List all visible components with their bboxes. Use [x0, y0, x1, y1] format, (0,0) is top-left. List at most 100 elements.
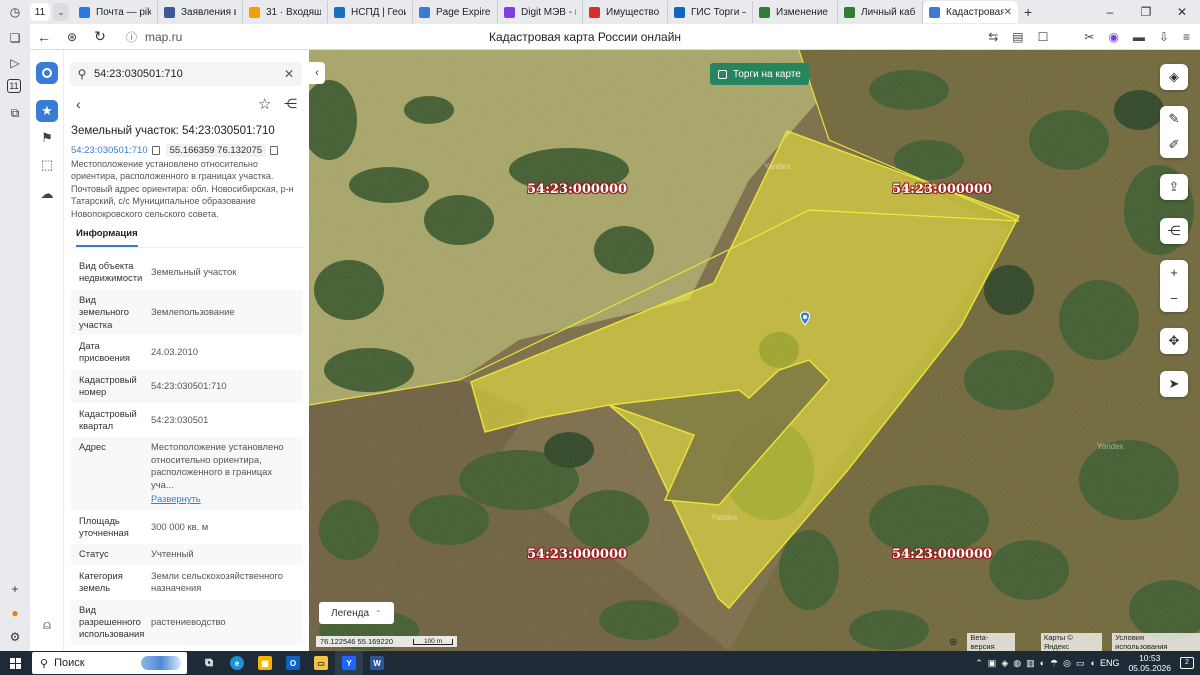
- app-logo-icon[interactable]: [36, 62, 58, 84]
- move-icon[interactable]: ✥: [1160, 328, 1188, 354]
- settings-icon[interactable]: ⚙: [7, 629, 23, 645]
- back-icon[interactable]: ←: [30, 29, 58, 45]
- tray-app-icon[interactable]: ◐: [1040, 658, 1045, 668]
- tab-counter[interactable]: 11: [30, 3, 50, 21]
- outlook-icon[interactable]: O: [279, 651, 307, 675]
- network-icon[interactable]: ▭: [1076, 658, 1085, 669]
- minimize-icon[interactable]: –: [1092, 0, 1128, 24]
- terms-link[interactable]: Условия использования: [1112, 633, 1200, 651]
- add-panel-icon[interactable]: +: [7, 581, 23, 597]
- tabs-icon[interactable]: ❏: [7, 30, 23, 46]
- collapse-panel-button[interactable]: ‹: [309, 62, 325, 84]
- edge-icon[interactable]: e: [223, 651, 251, 675]
- start-button[interactable]: [0, 651, 30, 675]
- new-tab-button[interactable]: +: [1024, 4, 1032, 20]
- minimize-panel-icon[interactable]: ▬: [1133, 30, 1145, 44]
- close-tab-icon[interactable]: ✕: [1004, 7, 1012, 18]
- share-icon[interactable]: ⋲: [284, 96, 297, 112]
- copy-number-icon[interactable]: [151, 146, 160, 155]
- keyboard-language[interactable]: ENG: [1100, 658, 1120, 668]
- browser-tab[interactable]: Заявления в ра: [158, 1, 243, 23]
- browser-tab[interactable]: Имущество: [583, 1, 668, 23]
- tab-list-dropdown-icon[interactable]: ⌄: [53, 3, 69, 21]
- explorer-icon[interactable]: ▭: [307, 651, 335, 675]
- user-icon[interactable]: ⍝: [36, 614, 58, 636]
- copy-coords-icon[interactable]: [270, 146, 279, 155]
- show-hidden-icon[interactable]: ⌃: [975, 658, 983, 669]
- tray-app-icon[interactable]: ☂: [1050, 658, 1058, 669]
- zoom-out-icon[interactable]: −: [1160, 286, 1188, 312]
- cloud-icon[interactable]: ☁: [36, 183, 58, 205]
- bookmark-icon[interactable]: ☐: [1038, 30, 1049, 44]
- favorites-icon[interactable]: ★: [36, 100, 58, 122]
- browser-tab[interactable]: Page Expired: [413, 1, 498, 23]
- notifications-icon[interactable]: 2: [1180, 657, 1194, 669]
- clear-search-icon[interactable]: ✕: [284, 67, 294, 81]
- zoom-in-icon[interactable]: +: [1160, 260, 1188, 286]
- pencil-icon[interactable]: ✎: [1160, 106, 1188, 132]
- site-info-icon[interactable]: ⓘ: [126, 29, 137, 45]
- reload-icon[interactable]: ↻: [86, 28, 114, 45]
- select-area-icon[interactable]: ⬚: [36, 154, 58, 176]
- auctions-toggle[interactable]: Торги на карте: [710, 63, 809, 85]
- downloads-icon[interactable]: ⇩: [1159, 30, 1169, 44]
- play-icon[interactable]: ▷: [7, 55, 23, 71]
- close-window-icon[interactable]: ✕: [1164, 0, 1200, 24]
- volume-icon[interactable]: ◖: [1090, 658, 1095, 668]
- browser-tab[interactable]: Почта — pikalina: [73, 1, 158, 23]
- browser-tab[interactable]: 31 · Входящие —: [243, 1, 328, 23]
- locate-icon[interactable]: ➤: [1160, 371, 1188, 397]
- edit-icon[interactable]: ✐: [1160, 132, 1188, 158]
- browser-tab[interactable]: ГИС Торги – пр: [668, 1, 753, 23]
- menu-icon[interactable]: ≡: [1183, 30, 1190, 44]
- screenshot-icon[interactable]: ⧉: [7, 105, 23, 121]
- browser-tab[interactable]: Кадастровая ✕: [923, 1, 1018, 23]
- upload-button[interactable]: ⇪: [1160, 174, 1188, 200]
- url-field[interactable]: ⓘ map.ru: [126, 29, 182, 45]
- messenger-icon[interactable]: ●: [7, 605, 23, 621]
- route-icon[interactable]: ⚑: [36, 127, 58, 149]
- copyright-text[interactable]: Карты © Яндекс: [1040, 633, 1103, 651]
- yandex-browser-icon[interactable]: Y: [335, 651, 363, 675]
- parcel-number-link[interactable]: 54:23:030501:710: [71, 145, 148, 156]
- info-icon[interactable]: ⊛: [949, 637, 957, 648]
- share-map-button[interactable]: ⋲: [1160, 218, 1188, 244]
- locate-button[interactable]: ➤: [1160, 371, 1188, 397]
- cloud-upload-icon[interactable]: ⇪: [1160, 174, 1188, 200]
- browser-tab[interactable]: НСПД | Геоинф: [328, 1, 413, 23]
- auctions-checkbox[interactable]: [718, 69, 727, 79]
- protect-icon[interactable]: ⊛: [58, 30, 86, 44]
- word-icon[interactable]: W: [363, 651, 391, 675]
- tray-app-icon[interactable]: ◈: [1001, 658, 1008, 669]
- calendar-icon[interactable]: 11: [7, 79, 21, 93]
- taskbar-search[interactable]: ⚲ Поиск: [32, 652, 187, 674]
- browser-tab[interactable]: Изменение зая: [753, 1, 838, 23]
- search-input[interactable]: [94, 68, 274, 80]
- pan-button[interactable]: ✥: [1160, 328, 1188, 354]
- beta-label[interactable]: Beta-версия: [967, 633, 1015, 651]
- layers-button[interactable]: ◈: [1160, 64, 1188, 90]
- map-view[interactable]: 54:23:000000 54:23:000000 54:23:000000 5…: [309, 50, 1200, 651]
- layers-icon[interactable]: ◈: [1160, 64, 1188, 90]
- tray-app-icon[interactable]: ▣: [988, 658, 997, 669]
- clock[interactable]: 10:53 05.05.2026: [1128, 653, 1171, 673]
- browser-tab[interactable]: Личный кабине: [838, 1, 923, 23]
- tray-app-icon[interactable]: ◎: [1063, 658, 1071, 669]
- reader-icon[interactable]: ▤: [1012, 30, 1023, 44]
- extension-icon[interactable]: ✂: [1084, 30, 1094, 44]
- tray-app-icon[interactable]: ◍: [1013, 658, 1021, 669]
- tab-information[interactable]: Информация: [76, 228, 138, 247]
- translate-icon[interactable]: ⇆: [988, 30, 998, 44]
- expand-link[interactable]: Развернуть: [151, 493, 297, 505]
- tray-app-icon[interactable]: ▥: [1026, 658, 1035, 669]
- back-arrow-icon[interactable]: ‹: [76, 96, 81, 112]
- store-icon[interactable]: ▦: [251, 651, 279, 675]
- browser-tab[interactable]: Digit МЭВ - вход: [498, 1, 583, 23]
- star-icon[interactable]: ☆: [258, 95, 271, 113]
- legend-button[interactable]: Легенда ⌃: [319, 602, 394, 624]
- alice-icon[interactable]: ◉: [1108, 30, 1118, 44]
- share-map-icon[interactable]: ⋲: [1160, 218, 1188, 244]
- history-icon[interactable]: ◷: [7, 4, 23, 20]
- maximize-icon[interactable]: ❐: [1128, 0, 1164, 24]
- task-view-icon[interactable]: ⧉: [195, 651, 223, 675]
